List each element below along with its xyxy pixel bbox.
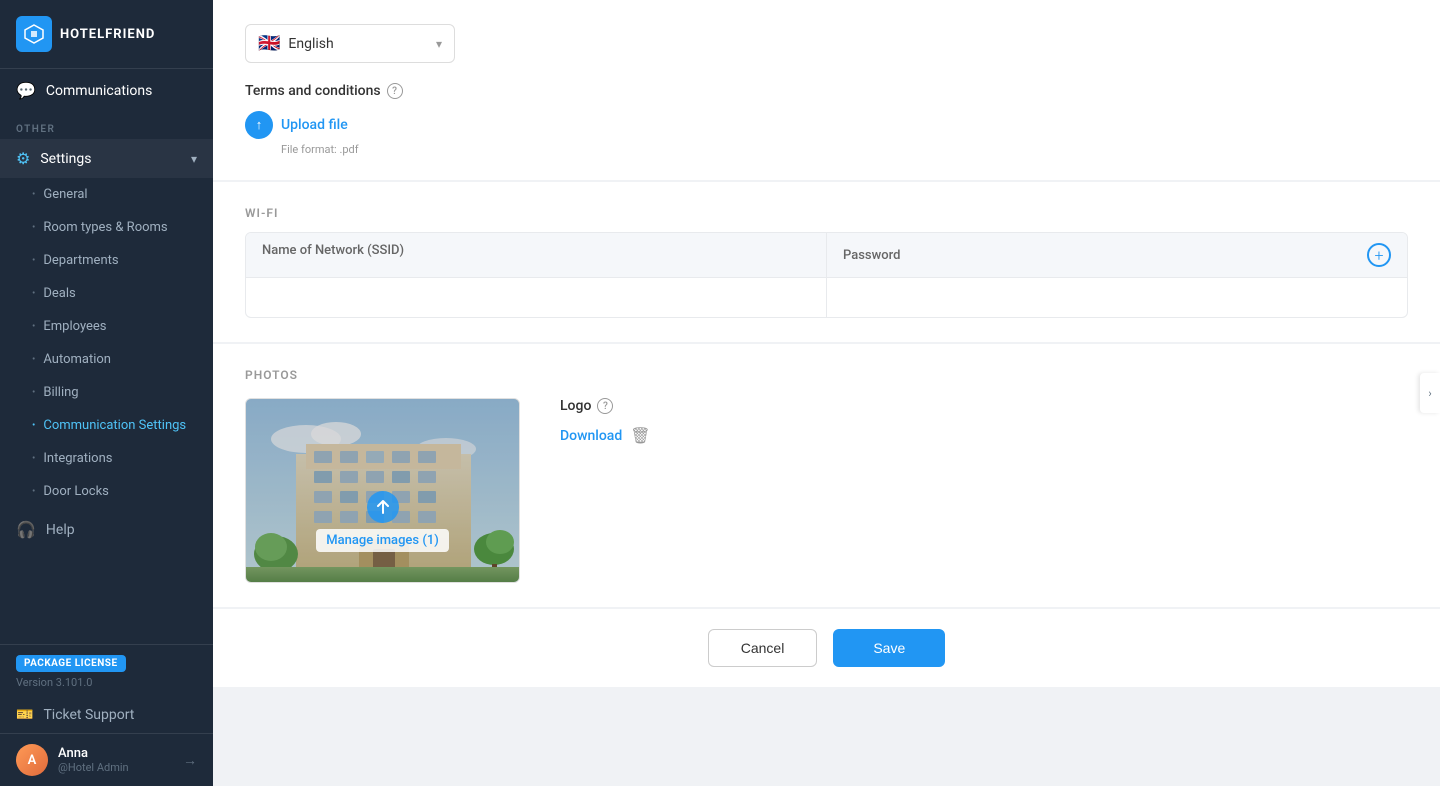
terms-section-title: Terms and conditions ? xyxy=(245,83,1408,99)
settings-gear-icon: ⚙ xyxy=(16,149,30,168)
upload-icon: ↑ xyxy=(245,111,273,139)
user-profile: A Anna @Hotel Admin → xyxy=(0,733,213,786)
save-button[interactable]: Save xyxy=(833,629,945,667)
manage-images-label[interactable]: Manage images (1) xyxy=(316,529,449,552)
cancel-button[interactable]: Cancel xyxy=(708,629,818,667)
wifi-ssid-input[interactable] xyxy=(254,282,818,313)
sidebar-item-label-employees: Employees xyxy=(43,319,106,334)
ticket-support-label: Ticket Support xyxy=(43,707,134,723)
language-selected: English xyxy=(288,36,333,52)
wifi-table-header: Name of Network (SSID) Password + xyxy=(246,233,1407,278)
main-content: 🇬🇧 English ▾ Terms and conditions ? ↑ Up… xyxy=(213,0,1440,786)
user-name: Anna xyxy=(58,746,173,761)
add-wifi-row-button[interactable]: + xyxy=(1367,243,1391,267)
user-role: @Hotel Admin xyxy=(58,761,173,774)
sidebar-item-integrations[interactable]: Integrations xyxy=(0,442,213,475)
wifi-table-row xyxy=(246,278,1407,317)
wifi-password-cell xyxy=(827,278,1407,317)
language-flag: 🇬🇧 xyxy=(258,33,280,54)
upload-file-button[interactable]: ↑ Upload file xyxy=(245,111,1408,139)
sidebar-item-label-communication-settings: Communication Settings xyxy=(43,418,186,433)
logo-label: Logo ? xyxy=(560,398,1408,414)
sidebar-item-departments[interactable]: Departments xyxy=(0,244,213,277)
sidebar-item-communication-settings[interactable]: Communication Settings xyxy=(0,409,213,442)
wifi-ssid-cell xyxy=(246,278,827,317)
sidebar-item-room-types[interactable]: Room types & Rooms xyxy=(0,211,213,244)
download-link[interactable]: Download 🗑 xyxy=(560,426,1408,445)
sidebar: HOTELFRIEND 💬 Communications OTHER ⚙ Set… xyxy=(0,0,213,786)
sidebar-item-label-departments: Departments xyxy=(43,253,118,268)
terms-help-icon[interactable]: ? xyxy=(387,83,403,99)
sidebar-item-label-automation: Automation xyxy=(43,352,111,367)
sidebar-item-employees[interactable]: Employees xyxy=(0,310,213,343)
sidebar-item-billing[interactable]: Billing xyxy=(0,376,213,409)
terms-panel: 🇬🇧 English ▾ Terms and conditions ? ↑ Up… xyxy=(213,0,1440,180)
footer-actions: Cancel Save xyxy=(213,609,1440,687)
wifi-password-header: Password + xyxy=(827,233,1407,277)
sidebar-item-deals[interactable]: Deals xyxy=(0,277,213,310)
avatar: A xyxy=(16,744,48,776)
sidebar-item-communications[interactable]: 💬 Communications xyxy=(0,69,213,112)
sidebar-item-ticket-support[interactable]: 🎫 Ticket Support xyxy=(0,697,213,733)
cloud-upload-icon xyxy=(367,491,399,523)
wifi-table: Name of Network (SSID) Password + xyxy=(245,232,1408,318)
sidebar-item-door-locks[interactable]: Door Locks xyxy=(0,475,213,508)
package-badge: PACKAGE LICENSE xyxy=(16,655,126,672)
photos-section-label: PHOTOS xyxy=(245,368,1408,382)
sidebar-item-label-deals: Deals xyxy=(43,286,75,301)
settings-chevron-icon: ▾ xyxy=(191,152,197,166)
hotel-photo-thumbnail[interactable]: Manage images (1) xyxy=(245,398,520,583)
logo-help-icon[interactable]: ? xyxy=(597,398,613,414)
wifi-ssid-header: Name of Network (SSID) xyxy=(246,233,827,277)
sidebar-section-other: OTHER xyxy=(0,112,213,139)
sidebar-settings-header[interactable]: ⚙ Settings ▾ xyxy=(0,139,213,178)
sidebar-logo[interactable]: HOTELFRIEND xyxy=(0,0,213,69)
trash-icon[interactable]: 🗑 xyxy=(630,426,650,445)
sidebar-item-label-integrations: Integrations xyxy=(43,451,112,466)
right-collapse-button[interactable]: › xyxy=(1420,373,1440,413)
sidebar-item-label-help: Help xyxy=(46,522,75,538)
logo-section: Logo ? Download 🗑 xyxy=(560,398,1408,445)
sidebar-item-label-room-types: Room types & Rooms xyxy=(43,220,167,235)
sidebar-item-automation[interactable]: Automation xyxy=(0,343,213,376)
user-info: Anna @Hotel Admin xyxy=(58,746,173,774)
help-icon: 🎧 xyxy=(16,520,36,539)
sidebar-item-label-billing: Billing xyxy=(43,385,78,400)
photos-content: Manage images (1) Logo ? Download 🗑 xyxy=(245,398,1408,583)
photo-overlay: Manage images (1) xyxy=(246,399,519,582)
sidebar-item-label-communications: Communications xyxy=(46,83,152,99)
logo-icon xyxy=(16,16,52,52)
sidebar-item-general[interactable]: General xyxy=(0,178,213,211)
version-text: Version 3.101.0 xyxy=(0,676,213,697)
sidebar-item-label-door-locks: Door Locks xyxy=(43,484,109,499)
logout-icon[interactable]: → xyxy=(183,752,197,769)
logo-text: HOTELFRIEND xyxy=(60,27,155,42)
wifi-panel: WI-FI Name of Network (SSID) Password + xyxy=(213,182,1440,342)
language-chevron-icon: ▾ xyxy=(436,37,442,51)
chat-icon: 💬 xyxy=(16,81,36,100)
sidebar-item-label-general: General xyxy=(43,187,87,202)
photos-panel: PHOTOS xyxy=(213,344,1440,607)
sidebar-bottom: PACKAGE LICENSE Version 3.101.0 🎫 Ticket… xyxy=(0,644,213,786)
wifi-section-label: WI-FI xyxy=(245,206,1408,220)
file-format-hint: File format: .pdf xyxy=(281,143,1408,156)
language-selector[interactable]: 🇬🇧 English ▾ xyxy=(245,24,455,63)
settings-label: Settings xyxy=(40,151,91,167)
wifi-password-input[interactable] xyxy=(835,282,1399,313)
sidebar-item-help[interactable]: 🎧 Help xyxy=(0,508,213,551)
ticket-icon: 🎫 xyxy=(16,707,33,723)
